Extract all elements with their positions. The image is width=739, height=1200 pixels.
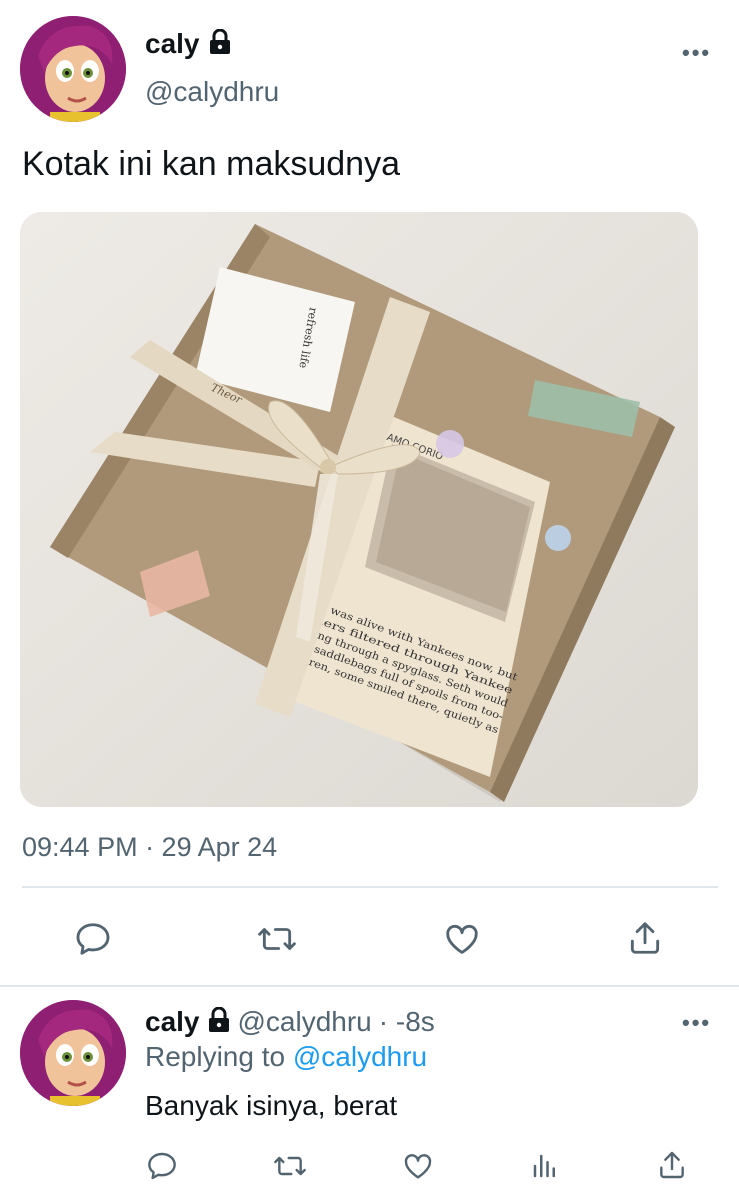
reply-retweet-icon[interactable] bbox=[272, 1150, 308, 1182]
more-options-icon[interactable]: ••• bbox=[682, 40, 711, 66]
reply-time[interactable]: · -8s bbox=[379, 1006, 435, 1038]
divider bbox=[22, 886, 718, 888]
retweet-icon[interactable] bbox=[256, 920, 298, 958]
reply-user-handle[interactable]: @calydhru bbox=[238, 1006, 372, 1038]
lock-icon bbox=[208, 28, 232, 60]
replying-prefix: Replying to bbox=[145, 1041, 286, 1072]
reply-display-name[interactable]: caly bbox=[145, 1006, 200, 1038]
display-name[interactable]: caly bbox=[145, 28, 200, 60]
reply-icon[interactable] bbox=[74, 920, 112, 958]
reply-like-icon[interactable] bbox=[401, 1150, 435, 1182]
user-handle[interactable]: @calydhru bbox=[145, 76, 279, 108]
share-icon[interactable] bbox=[626, 918, 664, 958]
replying-to: Replying to @calydhru bbox=[145, 1041, 427, 1073]
reply-share-icon[interactable] bbox=[656, 1148, 688, 1182]
section-divider bbox=[0, 985, 739, 987]
views-icon[interactable] bbox=[530, 1150, 560, 1182]
tweet-text: Kotak ini kan maksudnya bbox=[22, 145, 400, 183]
tweet-timestamp[interactable]: 09:44 PM · 29 Apr 24 bbox=[22, 832, 277, 863]
replying-handle-link[interactable]: @calydhru bbox=[293, 1041, 427, 1072]
reply-reply-icon[interactable] bbox=[146, 1150, 178, 1182]
reply-avatar[interactable] bbox=[20, 1000, 126, 1106]
like-icon[interactable] bbox=[442, 920, 482, 958]
reply-more-options-icon[interactable]: ••• bbox=[682, 1010, 711, 1036]
lock-icon bbox=[207, 1006, 231, 1038]
avatar[interactable] bbox=[20, 16, 126, 122]
tweet-photo[interactable]: refresh life POLIAMO CORIO area was aliv… bbox=[20, 212, 698, 807]
reply-text: Banyak isinya, berat bbox=[145, 1090, 398, 1121]
